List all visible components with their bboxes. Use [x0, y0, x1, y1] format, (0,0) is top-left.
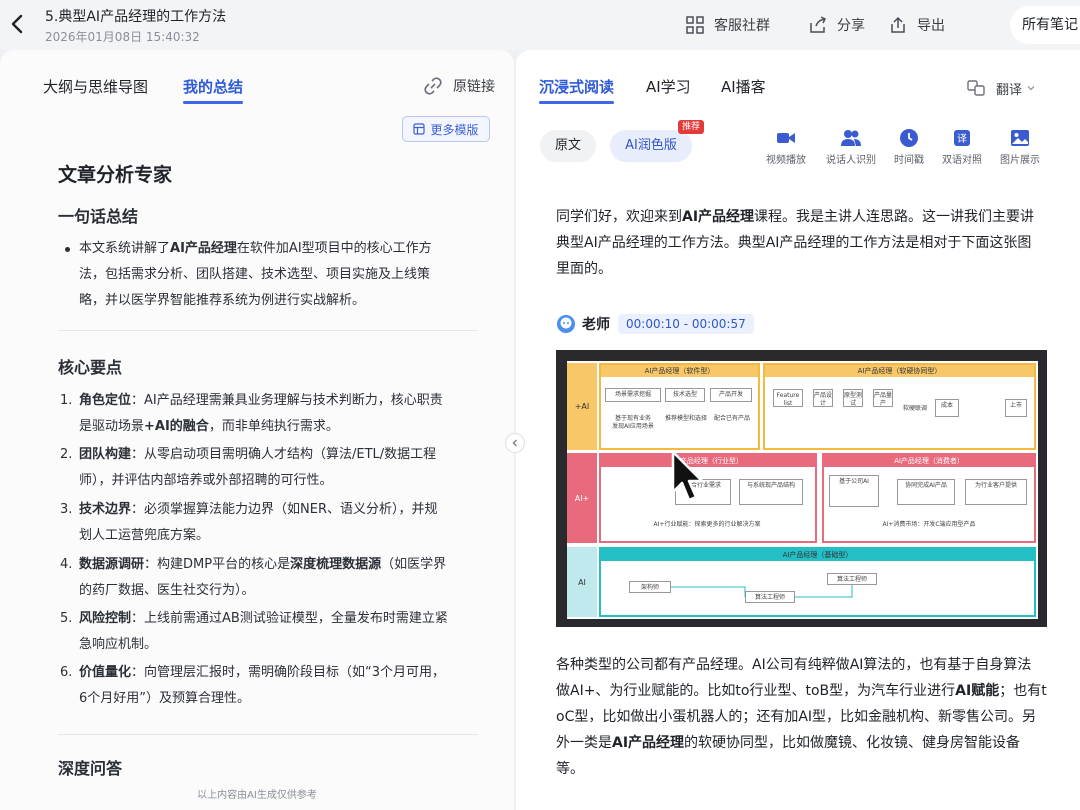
- key-point-item: 4. 数据源调研：构建DMP平台的核心是深度梳理数据源（如医学界 的药厂数据、医…: [60, 557, 447, 598]
- ai-disclaimer: 以上内容由AI生成仅供参考: [197, 790, 317, 801]
- chevron-left-icon: [11, 14, 23, 34]
- community-button[interactable]: 客服社群: [684, 13, 770, 37]
- community-label: 客服社群: [714, 18, 770, 34]
- recommend-badge: 推荐: [678, 120, 705, 134]
- tab-outline-mindmap[interactable]: 大纲与思维导图: [43, 76, 148, 97]
- translate-label: 翻译: [996, 82, 1023, 98]
- tab-ai-learning[interactable]: AI学习: [646, 76, 691, 97]
- key-points-title: 核心要点: [58, 358, 123, 377]
- mode-ai-polished-button[interactable]: AI润色版: [610, 130, 692, 162]
- speaker-timestamp[interactable]: 00:00:10 - 00:00:57: [618, 314, 754, 334]
- speaker-name: 老师: [582, 317, 610, 333]
- video-camera-icon: [758, 128, 814, 148]
- slide-connectors: [671, 585, 853, 598]
- note-datetime: 2026年01月08日 15:40:32: [45, 30, 200, 44]
- mode-original-button[interactable]: 原文: [540, 130, 596, 162]
- mouse-cursor-icon: [671, 450, 704, 502]
- one-line-summary-title: 一句话总结: [58, 207, 139, 226]
- upload-icon: [887, 14, 909, 36]
- key-point-item: 1. 角色定位：AI产品经理需兼具业务理解与技术判断力，核心职责 是驱动场景+A…: [60, 393, 443, 434]
- template-icon: [413, 123, 426, 135]
- grid-icon: [684, 14, 706, 36]
- timestamp-tool[interactable]: 时间戳: [881, 128, 937, 166]
- transcript-paragraph: 各种类型的公司都有产品经理。AI公司有纯粹做AI算法的，也有基于自身算法 做AI…: [556, 657, 1047, 777]
- bullet-dot: [65, 247, 70, 252]
- all-notes-button[interactable]: 所有笔记: [1010, 6, 1080, 44]
- more-templates-label: 更多模版: [430, 122, 479, 137]
- tab-immersive-reading[interactable]: 沉浸式阅读: [539, 76, 615, 104]
- slide-row-plus-ai: +AI AI产品经理（软件型） 场景需求挖掘 技术选型 产品开发 基于现有业务发…: [567, 363, 1038, 450]
- deep-qa-title: 深度问答: [58, 759, 123, 778]
- back-button[interactable]: [6, 12, 30, 36]
- key-point-item: 2. 团队构建：从零启动项目需明确人才结构（算法/ETL/数据工程 师），并评估…: [60, 447, 437, 488]
- key-point-item: 3. 技术边界：必须掌握算法能力边界（如NER、语义分析），并规 划人工运营兜底…: [60, 502, 438, 543]
- speaker-row: 老师 00:00:10 - 00:00:57: [556, 312, 754, 336]
- bilingual-tool[interactable]: 译 双语对照: [934, 128, 990, 166]
- users-icon: [823, 128, 879, 148]
- summary-panel: 大纲与思维导图 我的总结 原链接 更多模版 文章分析专家 一句话总结 本文系统讲…: [0, 50, 514, 810]
- top-bar: 5.典型AI产品经理的工作方法 2026年01月08日 15:40:32 客服社…: [0, 0, 1080, 50]
- divider: [58, 734, 478, 735]
- bilingual-icon: 译: [934, 128, 990, 148]
- summary-line: 本文系统讲解了AI产品经理在软件加AI型项目中的核心工作方: [79, 241, 432, 256]
- share-icon: [807, 14, 829, 36]
- reading-panel: 沉浸式阅读 AI学习 AI播客 翻译 原文 AI润色版 推荐 视频播放 说话人识…: [516, 50, 1080, 810]
- translate-icon: [966, 78, 986, 98]
- tab-ai-podcast[interactable]: AI播客: [721, 76, 766, 97]
- key-point-item: 6. 价值量化：向管理层汇报时，需明确阶段目标（如“3个月可用， 6个月好用”）…: [60, 665, 446, 706]
- slide-image[interactable]: +AI AI产品经理（软件型） 场景需求挖掘 技术选型 产品开发 基于现有业务发…: [556, 350, 1047, 627]
- collapse-panel-button[interactable]: [505, 433, 525, 453]
- slide-row-ai: AI AI产品经理（基础型） 算法工程师 架构师 算法工程师: [567, 547, 1038, 617]
- translate-dropdown[interactable]: 翻译: [966, 78, 1036, 98]
- image-display-tool[interactable]: 图片展示: [992, 128, 1048, 166]
- chevron-left-icon: [512, 439, 517, 447]
- summary-line: 略，并以医学界智能推荐系统为例进行实战解析。: [79, 293, 366, 308]
- transcript-paragraph: 同学们好，欢迎来到AI产品经理课程。我是主讲人连思路。这一讲我们主要讲 典型AI…: [556, 209, 1035, 277]
- export-button[interactable]: 导出: [887, 13, 945, 37]
- summary-line: 法，包括需求分析、团队搭建、技术选型、项目实施及上线策: [79, 267, 431, 282]
- svg-text:译: 译: [957, 133, 967, 145]
- source-link[interactable]: 原链接: [423, 76, 495, 96]
- share-label: 分享: [837, 18, 865, 34]
- image-icon: [992, 128, 1048, 148]
- avatar: [557, 315, 575, 333]
- tab-my-summary[interactable]: 我的总结: [183, 76, 244, 104]
- summary-heading: 文章分析专家: [58, 164, 173, 186]
- export-label: 导出: [917, 18, 945, 34]
- chevron-down-icon: [1027, 86, 1035, 91]
- divider: [58, 330, 478, 331]
- slide-row-ai-plus: AI+ AI产品经理（行业型） 融合行业需求 与系统现产品结构 AI+行业赋能：…: [567, 453, 1038, 543]
- speaker-recognition-tool[interactable]: 说话人识别: [823, 128, 879, 166]
- source-link-label: 原链接: [453, 79, 495, 95]
- more-templates-button[interactable]: 更多模版: [402, 116, 490, 142]
- video-play-tool[interactable]: 视频播放: [758, 128, 814, 166]
- key-point-item: 5. 风险控制：上线前需通过AB测试验证模型，全量发布时需建立紧 急响应机制。: [60, 611, 448, 652]
- note-title: 5.典型AI产品经理的工作方法: [45, 9, 227, 25]
- share-button[interactable]: 分享: [807, 13, 865, 37]
- clock-icon: [881, 128, 937, 148]
- slide-diagram: +AI AI产品经理（软件型） 场景需求挖掘 技术选型 产品开发 基于现有业务发…: [567, 361, 1038, 619]
- one-line-summary: 本文系统讲解了AI产品经理在软件加AI型项目中的核心工作方 法，包括需求分析、团…: [65, 236, 465, 314]
- link-icon: [423, 76, 443, 96]
